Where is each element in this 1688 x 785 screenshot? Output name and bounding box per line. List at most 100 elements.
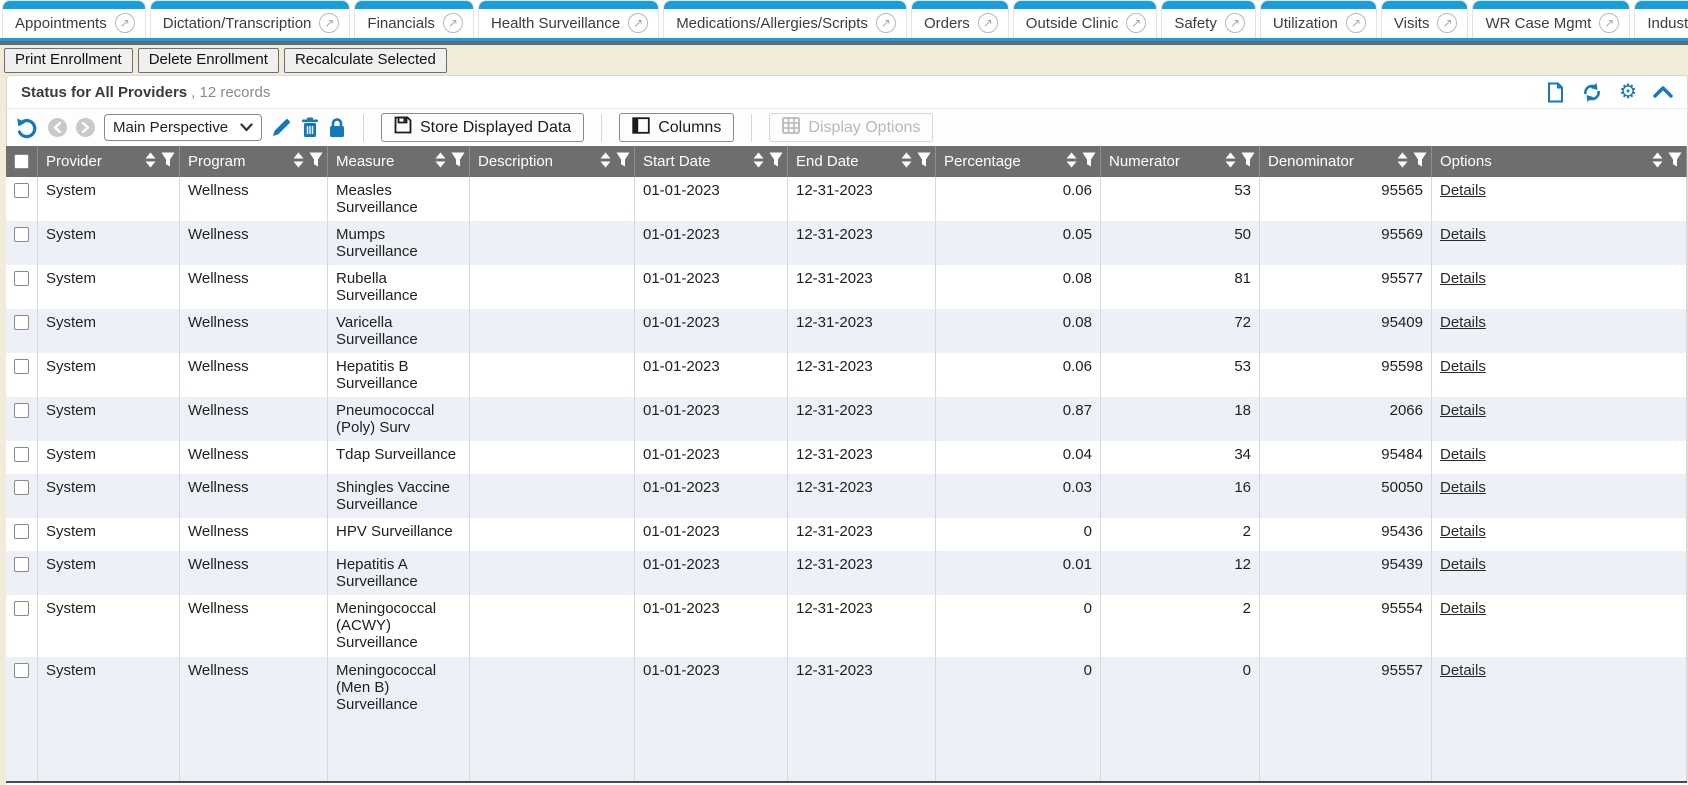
filter-funnel-icon[interactable]: [1668, 152, 1682, 171]
details-link[interactable]: Details: [1440, 523, 1486, 540]
print-enrollment-button[interactable]: Print Enrollment: [4, 48, 133, 73]
sort-icon[interactable]: [1652, 152, 1663, 172]
row-checkbox[interactable]: [14, 480, 29, 495]
details-link[interactable]: Details: [1440, 600, 1486, 617]
row-select-cell: [6, 551, 38, 595]
popout-window-icon[interactable]: ↗: [1225, 13, 1245, 33]
column-header-options[interactable]: Options: [1432, 146, 1687, 177]
next-perspective-icon[interactable]: [76, 118, 95, 137]
popout-window-icon[interactable]: ↗: [1599, 13, 1619, 33]
sort-icon[interactable]: [1066, 152, 1077, 172]
details-link[interactable]: Details: [1440, 182, 1486, 199]
popout-window-icon[interactable]: ↗: [876, 13, 896, 33]
tab-health-surveillance[interactable]: Health Surveillance↗: [479, 1, 658, 38]
column-header-numerator[interactable]: Numerator: [1101, 146, 1260, 177]
delete-enrollment-button[interactable]: Delete Enrollment: [138, 48, 279, 73]
filter-funnel-icon[interactable]: [161, 152, 175, 171]
popout-window-icon[interactable]: ↗: [319, 13, 339, 33]
popout-window-icon[interactable]: ↗: [1126, 13, 1146, 33]
popout-window-icon[interactable]: ↗: [978, 13, 998, 33]
row-checkbox[interactable]: [14, 315, 29, 330]
sort-icon[interactable]: [1397, 152, 1408, 172]
tab-utilization[interactable]: Utilization↗: [1261, 1, 1376, 38]
popout-window-icon[interactable]: ↗: [1346, 13, 1366, 33]
details-link[interactable]: Details: [1440, 556, 1486, 573]
column-header-program[interactable]: Program: [180, 146, 328, 177]
column-header-measure[interactable]: Measure: [328, 146, 470, 177]
row-checkbox[interactable]: [14, 271, 29, 286]
filter-funnel-icon[interactable]: [1413, 152, 1427, 171]
filter-funnel-icon[interactable]: [1241, 152, 1255, 171]
perspective-select[interactable]: Main Perspective: [104, 114, 262, 141]
sort-icon[interactable]: [600, 152, 611, 172]
details-link[interactable]: Details: [1440, 314, 1486, 331]
sort-icon[interactable]: [435, 152, 446, 172]
filter-funnel-icon[interactable]: [917, 152, 931, 171]
sort-icon[interactable]: [293, 152, 304, 172]
details-link[interactable]: Details: [1440, 358, 1486, 375]
filter-funnel-icon[interactable]: [616, 152, 630, 171]
sort-icon[interactable]: [145, 152, 156, 172]
row-checkbox[interactable]: [14, 557, 29, 572]
details-link[interactable]: Details: [1440, 446, 1486, 463]
popout-window-icon[interactable]: ↗: [1437, 13, 1457, 33]
details-link[interactable]: Details: [1440, 662, 1486, 679]
tab-financials[interactable]: Financials↗: [355, 1, 473, 38]
tab-safety[interactable]: Safety↗: [1162, 1, 1255, 38]
row-checkbox[interactable]: [14, 403, 29, 418]
display-options-button[interactable]: Display Options: [769, 113, 933, 142]
row-checkbox[interactable]: [14, 524, 29, 539]
details-link[interactable]: Details: [1440, 270, 1486, 287]
column-header-end-date[interactable]: End Date: [788, 146, 936, 177]
column-header-percentage[interactable]: Percentage: [936, 146, 1101, 177]
details-link[interactable]: Details: [1440, 479, 1486, 496]
sort-icon[interactable]: [901, 152, 912, 172]
details-link[interactable]: Details: [1440, 226, 1486, 243]
columns-button[interactable]: Columns: [619, 113, 734, 142]
row-checkbox[interactable]: [14, 447, 29, 462]
tab-medications-allergies-scripts[interactable]: Medications/Allergies/Scripts↗: [664, 1, 906, 38]
tab-outside-clinic[interactable]: Outside Clinic↗: [1014, 1, 1157, 38]
filter-funnel-icon[interactable]: [451, 152, 465, 171]
tab-industrial-h[interactable]: Industrial H↗: [1635, 1, 1688, 38]
delete-trash-icon[interactable]: [301, 117, 319, 138]
filter-funnel-icon[interactable]: [309, 152, 323, 171]
popout-window-icon[interactable]: ↗: [115, 13, 135, 33]
select-all-checkbox[interactable]: [14, 154, 29, 169]
column-header-denominator[interactable]: Denominator: [1260, 146, 1432, 177]
settings-gear-icon[interactable]: ⚙: [1619, 82, 1637, 102]
collapse-chevron-icon[interactable]: [1653, 85, 1673, 99]
column-header-start-date[interactable]: Start Date: [635, 146, 788, 177]
sort-icon[interactable]: [753, 152, 764, 172]
refresh-icon[interactable]: [1581, 82, 1603, 103]
new-document-icon[interactable]: [1546, 82, 1565, 103]
row-checkbox[interactable]: [14, 227, 29, 242]
lock-icon[interactable]: [328, 117, 346, 138]
sort-icon[interactable]: [1225, 152, 1236, 172]
tab-wr-case-mgmt[interactable]: WR Case Mgmt↗: [1473, 1, 1629, 38]
tab-appointments[interactable]: Appointments↗: [3, 1, 145, 38]
cell-program: Wellness: [180, 353, 328, 397]
filter-funnel-icon[interactable]: [1082, 152, 1096, 171]
recalculate-selected-button[interactable]: Recalculate Selected: [284, 48, 447, 73]
popout-window-icon[interactable]: ↗: [628, 13, 648, 33]
row-checkbox[interactable]: [14, 663, 29, 678]
select-all-cell: [6, 146, 38, 177]
column-header-description[interactable]: Description: [470, 146, 635, 177]
store-displayed-data-button[interactable]: Store Displayed Data: [381, 113, 584, 142]
details-link[interactable]: Details: [1440, 402, 1486, 419]
previous-perspective-icon[interactable]: [48, 118, 67, 137]
popout-window-icon[interactable]: ↗: [443, 13, 463, 33]
tab-visits[interactable]: Visits↗: [1382, 1, 1468, 38]
edit-pencil-icon[interactable]: [271, 117, 292, 138]
undo-icon[interactable]: [15, 116, 39, 140]
row-checkbox[interactable]: [14, 359, 29, 374]
filter-funnel-icon[interactable]: [769, 152, 783, 171]
tab-dictation-transcription[interactable]: Dictation/Transcription↗: [151, 1, 350, 38]
cell-start-date: 01-01-2023: [635, 265, 788, 309]
row-checkbox[interactable]: [14, 601, 29, 616]
row-checkbox[interactable]: [14, 183, 29, 198]
cell-start-date: 01-01-2023: [635, 441, 788, 474]
column-header-provider[interactable]: Provider: [38, 146, 180, 177]
tab-orders[interactable]: Orders↗: [912, 1, 1008, 38]
